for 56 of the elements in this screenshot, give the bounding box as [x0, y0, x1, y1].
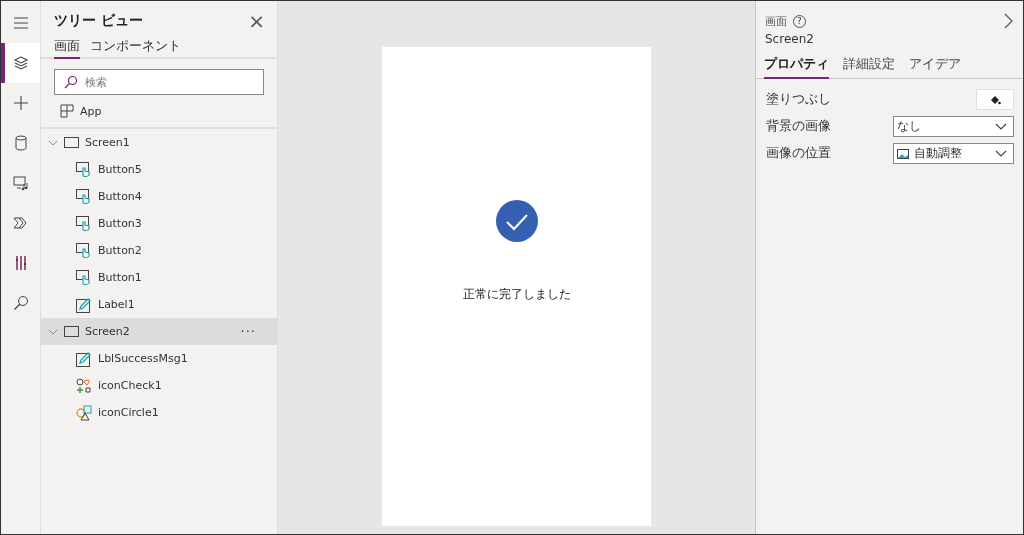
dropdown[interactable]: なし: [893, 116, 1014, 137]
database-icon: [14, 135, 27, 151]
property-label: 塗りつぶし: [766, 91, 831, 108]
property-label: 画像の位置: [766, 145, 831, 162]
tree-item[interactable]: iconCircle1: [41, 399, 277, 426]
tree-item[interactable]: Button5: [41, 156, 277, 183]
screen-icon: [64, 137, 79, 148]
type-label: 画面: [765, 13, 787, 29]
tab[interactable]: コンポーネント: [90, 37, 181, 59]
search-icon: [12, 295, 29, 311]
button-control-icon: [76, 269, 92, 286]
tab[interactable]: 画面: [54, 37, 80, 59]
screen-name: Screen2: [764, 31, 815, 46]
tab[interactable]: 詳細設定: [843, 56, 895, 79]
paint-bucket-icon: [989, 93, 1001, 106]
chevron-icon: [995, 122, 1007, 131]
chevron-icon: [995, 149, 1007, 158]
button-control-icon: [76, 161, 92, 178]
search-field[interactable]: 検索: [54, 69, 264, 95]
tab[interactable]: アイデア: [909, 56, 961, 79]
more-button[interactable]: ···: [240, 324, 256, 339]
tree-item[interactable]: Button3: [41, 210, 277, 237]
tree-item[interactable]: Button2: [41, 237, 277, 264]
app-icon: [60, 104, 74, 118]
panel-title: ツリー ビュー: [54, 12, 143, 30]
tree-item[interactable]: Label1: [41, 291, 277, 318]
button-control-icon: [76, 215, 92, 232]
dropdown[interactable]: 自動調整: [893, 143, 1014, 164]
expand-icon[interactable]: [1003, 13, 1013, 29]
tree-item[interactable]: Button1: [41, 264, 277, 291]
tree-item[interactable]: LblSuccessMsg1: [41, 345, 277, 372]
menu-icon: [12, 17, 29, 29]
fill-color-button[interactable]: [976, 89, 1014, 110]
plus-icon: [12, 95, 29, 111]
shapes-control-icon: [76, 404, 92, 421]
icons-control-icon: [76, 377, 92, 394]
screen-icon: [64, 326, 79, 337]
check-circle-icon: [495, 200, 538, 242]
tree-item[interactable]: iconCheck1: [41, 372, 277, 399]
layers-icon: [12, 55, 29, 71]
property-label: 背景の画像: [766, 118, 831, 135]
media-icon: [12, 175, 29, 191]
success-message: 正常に完了しました: [462, 286, 571, 303]
close-button[interactable]: ×: [248, 11, 265, 31]
search-icon: [64, 75, 78, 89]
tree-item[interactable]: App: [41, 95, 277, 129]
button-control-icon: [76, 188, 92, 205]
tree-item[interactable]: Screen2 ···: [41, 318, 277, 345]
label-control-icon: [76, 296, 92, 313]
tree-item[interactable]: Button4: [41, 183, 277, 210]
tab[interactable]: プロパティ: [764, 56, 829, 79]
label-control-icon: [76, 350, 92, 367]
tree-item[interactable]: Screen1: [41, 129, 277, 156]
tools-icon: [13, 255, 28, 271]
button-control-icon: [76, 242, 92, 259]
flow-icon: [12, 215, 29, 231]
